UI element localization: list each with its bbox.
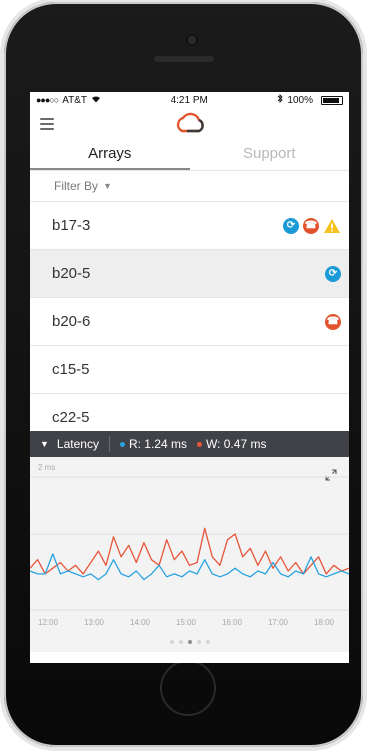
array-row[interactable]: b20-5 ⟳ <box>30 250 349 298</box>
status-bar: ●●●○○ AT&T 4:21 PM 100% <box>30 92 349 108</box>
x-tick-label: 18:00 <box>314 618 335 627</box>
wifi-icon <box>91 95 101 106</box>
write-latency: W: 0.47 ms <box>205 437 267 451</box>
sync-icon: ⟳ <box>325 265 341 282</box>
x-tick-label: 16:00 <box>222 618 243 627</box>
latency-header[interactable]: ▼ Latency R: 1.24 ms W: 0.47 ms <box>30 431 349 457</box>
array-row[interactable]: b17-3 ⟳ ☎ <box>30 202 349 250</box>
array-name: c22-5 <box>52 409 90 426</box>
support-icon: ☎ <box>325 313 341 330</box>
x-tick-label: 17:00 <box>268 618 289 627</box>
tab-bar: Arrays Support <box>30 140 349 171</box>
latency-label: Latency <box>56 437 99 451</box>
battery-label: 100% <box>287 94 313 106</box>
array-row[interactable]: c22-5 <box>30 394 349 431</box>
support-icon: ☎ <box>303 217 319 234</box>
x-tick-label: 13:00 <box>84 618 105 627</box>
array-list: b17-3 ⟳ ☎ b20-5 ⟳ b20-6 ☎ c15-5 c22-5 <box>30 202 349 431</box>
page-dot[interactable] <box>169 640 174 644</box>
nav-bar <box>30 108 349 140</box>
x-tick-label: 14:00 <box>130 618 151 627</box>
page-dot[interactable] <box>205 640 210 644</box>
filter-label: Filter By <box>54 179 99 193</box>
tab-support[interactable]: Support <box>190 140 350 170</box>
write-dot-icon <box>196 441 202 447</box>
cloud-logo-icon <box>176 112 204 133</box>
array-name: b20-5 <box>52 265 91 282</box>
battery-icon <box>321 95 343 105</box>
filter-dropdown[interactable]: Filter By ▼ <box>30 171 349 202</box>
divider <box>108 436 110 452</box>
camera-icon <box>188 36 196 44</box>
array-name: b17-3 <box>52 217 91 234</box>
tab-arrays[interactable]: Arrays <box>30 140 190 170</box>
array-row[interactable]: b20-6 ☎ <box>30 298 349 346</box>
latency-plot: 12:00 13:00 14:00 15:00 16:00 17:00 18:00 <box>30 476 349 627</box>
array-row[interactable]: c15-5 <box>30 346 349 394</box>
x-tick-label: 12:00 <box>38 618 59 627</box>
page-indicator <box>30 632 349 652</box>
caret-down-icon: ▼ <box>103 181 112 191</box>
caret-down-icon: ▼ <box>40 439 49 449</box>
signal-icon: ●●●○○ <box>36 95 59 105</box>
series-line-0 <box>30 527 349 575</box>
warning-icon <box>324 218 340 233</box>
x-tick-label: 15:00 <box>176 618 197 627</box>
carrier-label: AT&T <box>62 94 88 106</box>
hamburger-menu-icon[interactable] <box>40 118 54 130</box>
read-latency: R: 1.24 ms <box>128 437 187 451</box>
read-dot-icon <box>119 441 125 447</box>
array-name: c15-5 <box>52 361 90 378</box>
speaker-grille <box>154 56 214 62</box>
bluetooth-icon <box>277 93 284 106</box>
page-dot[interactable] <box>178 640 183 644</box>
app-screen: ●●●○○ AT&T 4:21 PM 100% Arrays Support F… <box>30 92 349 663</box>
series-line-1 <box>30 553 349 581</box>
home-button[interactable] <box>160 660 216 716</box>
clock-label: 4:21 PM <box>170 94 208 106</box>
page-dot[interactable] <box>196 640 201 644</box>
page-dot[interactable] <box>187 640 192 644</box>
sync-icon: ⟳ <box>283 217 299 234</box>
phone-frame: ●●●○○ AT&T 4:21 PM 100% Arrays Support F… <box>0 0 369 751</box>
latency-chart: 2 ms 12:00 13:00 14:00 15:00 16:00 17:00 18:00 <box>30 457 349 632</box>
array-name: b20-6 <box>52 313 91 330</box>
